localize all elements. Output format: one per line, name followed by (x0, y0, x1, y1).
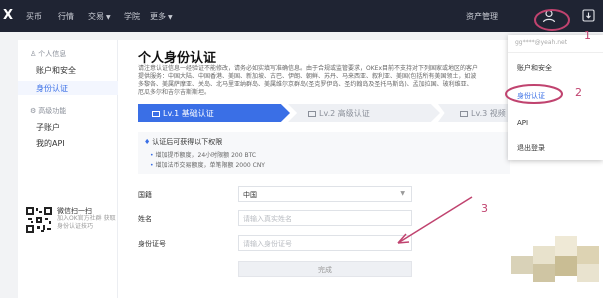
nav-more[interactable]: 更多 ▼ (150, 11, 173, 22)
nationality-label: 国籍 (138, 191, 152, 199)
nav-label: 学院 (124, 12, 140, 21)
menu-item-logout[interactable]: 退出登录 (517, 143, 545, 153)
video-icon (460, 111, 468, 117)
section-label: 高级功能 (38, 107, 67, 115)
sidebar-section-advanced: ⚙ 高级功能 (30, 106, 66, 116)
step-label: Lv.2 高级认证 (319, 109, 370, 118)
section-label: 个人信息 (38, 50, 67, 58)
annotation-number-2: 2 (575, 86, 582, 99)
sidebar-item-my-api[interactable]: 我的API (36, 138, 65, 149)
step-lv1-basic[interactable]: Lv.1 基础认证 (138, 104, 290, 122)
chevron-down-icon: ▼ (400, 190, 405, 197)
submit-button[interactable]: 完成 (238, 261, 412, 277)
nationality-value: 中国 (243, 191, 257, 199)
account-email: gg****@yeah.net (515, 39, 568, 46)
page-title: 个人身份认证 (138, 51, 217, 66)
permissions-heading: ♦ 认证后可获得以下权限 (144, 137, 222, 147)
nav-label: 行情 (58, 12, 74, 21)
sidebar-item-sub-account[interactable]: 子账户 (36, 122, 60, 133)
nav-academy[interactable]: 学院 (124, 11, 140, 22)
annotation-number-1: 1 (584, 29, 591, 42)
chevron-down-icon: ▼ (106, 14, 111, 21)
nav-trade[interactable]: 交易 ▼ (88, 11, 111, 22)
menu-item-account-security[interactable]: 账户和安全 (517, 63, 552, 73)
sidebar-item-account-security[interactable]: 账户和安全 (36, 65, 76, 76)
nav-buy-crypto[interactable]: 买币 (26, 11, 42, 22)
okex-logo[interactable]: X (3, 8, 13, 23)
name-input[interactable]: 请输入真实姓名 (238, 210, 412, 226)
download-icon[interactable] (582, 9, 595, 22)
menu-item-api[interactable]: API (517, 119, 528, 127)
person-icon: ♙ (30, 50, 37, 58)
check-icon: • (150, 162, 154, 169)
id-number-input[interactable]: 请输入身份证号 (238, 235, 412, 251)
sidebar-active-highlight (18, 81, 118, 95)
user-icon[interactable] (541, 9, 557, 23)
nav-label: 买币 (26, 12, 42, 21)
step-label: Lv.3 视频 (471, 109, 506, 118)
sidebar: ♙ 个人信息 账户和安全 身份认证 ⚙ 高级功能 子账户 我的API 微信扫一扫 加… (18, 40, 118, 298)
step-label: Lv.1 基础认证 (163, 109, 214, 118)
intro-text: 请注意认证信息一经验证不能修改，请务必如实填写准确信息。由于合规或监管要求，OK… (138, 65, 479, 96)
id-card-icon (152, 111, 160, 117)
blurred-watermark (503, 226, 603, 298)
wechat-qr-code (25, 206, 53, 234)
permission-item: • 增加提币额度，24小时限额 200 BTC (150, 150, 256, 159)
nav-label: 交易 (88, 12, 104, 21)
nationality-select[interactable]: 中国 ▼ (238, 186, 412, 202)
sidebar-item-identity-verification[interactable]: 身份认证 (36, 83, 68, 94)
qr-subtitle: 加入OK官方社群 获取身份认证技巧 (57, 215, 116, 230)
annotation-number-3: 3 (481, 202, 488, 215)
id-number-label: 身份证号 (138, 240, 166, 248)
permission-label: 增加法币交易额度，单笔限额 2000 CNY (155, 162, 265, 169)
id-card-icon (308, 111, 316, 117)
nav-label: 更多 (150, 12, 166, 21)
top-navigation-bar: X 买币 行情 交易 ▼ 学院 更多 ▼ 资产管理 (0, 0, 603, 32)
chevron-down-icon: ▼ (168, 14, 173, 21)
nav-markets[interactable]: 行情 (58, 11, 74, 22)
permission-item: • 增加法币交易额度，单笔限额 2000 CNY (150, 160, 265, 169)
permissions-heading-label: 认证后可获得以下权限 (152, 138, 223, 146)
user-dropdown-menu: gg****@yeah.net 账户和安全 身份认证 API 退出登录 (508, 35, 603, 160)
menu-item-identity-verification[interactable]: 身份认证 (517, 91, 545, 101)
gear-icon: ⚙ (30, 107, 37, 115)
check-icon: • (150, 152, 154, 159)
shield-icon: ♦ (144, 138, 151, 146)
divider (508, 52, 603, 53)
name-label: 姓名 (138, 215, 152, 223)
permissions-box: ♦ 认证后可获得以下权限 • 增加提币额度，24小时限额 200 BTC • 增加法币… (138, 132, 510, 174)
step-lv2-advanced[interactable]: Lv.2 高级认证 (288, 104, 440, 122)
asset-management-link[interactable]: 资产管理 (466, 11, 498, 22)
permission-label: 增加提币额度，24小时限额 200 BTC (155, 152, 257, 159)
sidebar-section-personal-info: ♙ 个人信息 (30, 49, 66, 59)
